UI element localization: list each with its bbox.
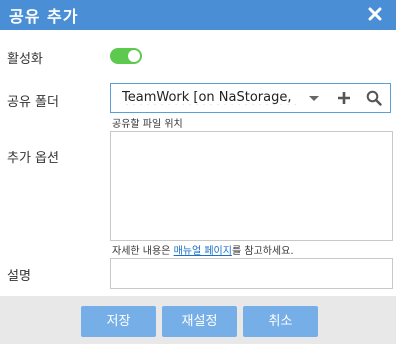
options-hint-prefix: 자세한 내용은 (112, 246, 174, 257)
options-hint-suffix: 를 참고하세요. (231, 246, 294, 257)
save-button[interactable]: 저장 (81, 306, 156, 337)
dropdown-arrow-icon[interactable] (305, 89, 323, 107)
reset-button[interactable]: 재설정 (162, 306, 237, 337)
dialog-titlebar: 공유 추가 (0, 0, 396, 30)
description-label: 설명 (7, 269, 31, 284)
shared-folder-hint: 공유할 파일 위치 (112, 119, 183, 130)
description-input[interactable] (110, 258, 393, 289)
options-hint: 자세한 내용은 매뉴얼 페이지를 참고하세요. (112, 242, 294, 257)
additional-options-textarea[interactable] (110, 131, 393, 241)
activate-toggle[interactable] (110, 48, 142, 64)
close-icon[interactable] (366, 5, 384, 23)
manual-page-link[interactable]: 매뉴얼 페이지 (174, 246, 232, 257)
shared-folder-combobox[interactable]: TeamWork [on NaStorage, (110, 83, 391, 113)
plus-icon[interactable] (335, 89, 353, 107)
cancel-button[interactable]: 취소 (243, 306, 318, 337)
dialog-title: 공유 추가 (9, 7, 79, 26)
shared-folder-value[interactable]: TeamWork [on NaStorage, (122, 90, 298, 105)
activate-label: 활성화 (7, 52, 43, 67)
additional-options-label: 추가 옵션 (7, 151, 59, 166)
toggle-knob (128, 50, 140, 62)
shared-folder-label: 공유 폴더 (7, 95, 59, 110)
search-icon[interactable] (365, 89, 383, 107)
